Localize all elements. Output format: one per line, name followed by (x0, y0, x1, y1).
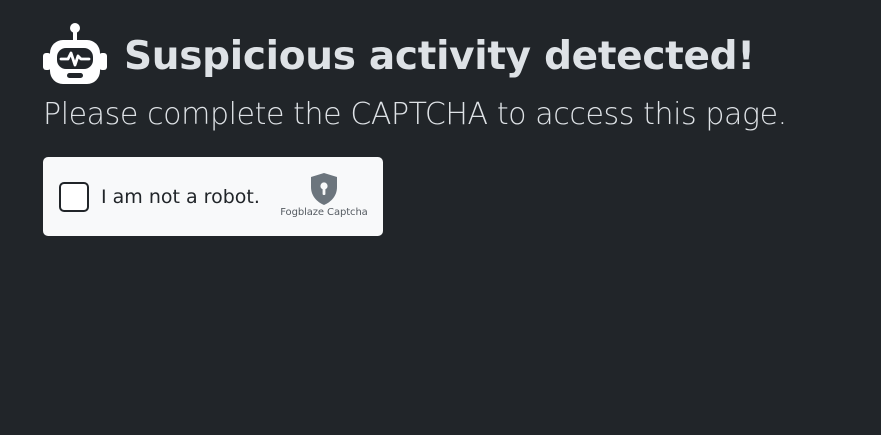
captcha-brand: Fogblaze Captcha (280, 172, 368, 218)
shield-keyhole-icon (311, 173, 337, 205)
not-a-robot-checkbox[interactable] (59, 182, 89, 212)
captcha-widget: I am not a robot. Fogblaze Captcha (43, 157, 383, 236)
header: Suspicious activity detected! (42, 22, 755, 86)
page-title: Suspicious activity detected! (124, 33, 755, 79)
captcha-label: I am not a robot. (101, 186, 260, 208)
robot-icon (43, 23, 107, 84)
page-subtitle: Please complete the CAPTCHA to access th… (43, 97, 787, 132)
captcha-page: Suspicious activity detected! Please com… (0, 0, 881, 435)
captcha-brand-name: Fogblaze Captcha (280, 207, 368, 218)
